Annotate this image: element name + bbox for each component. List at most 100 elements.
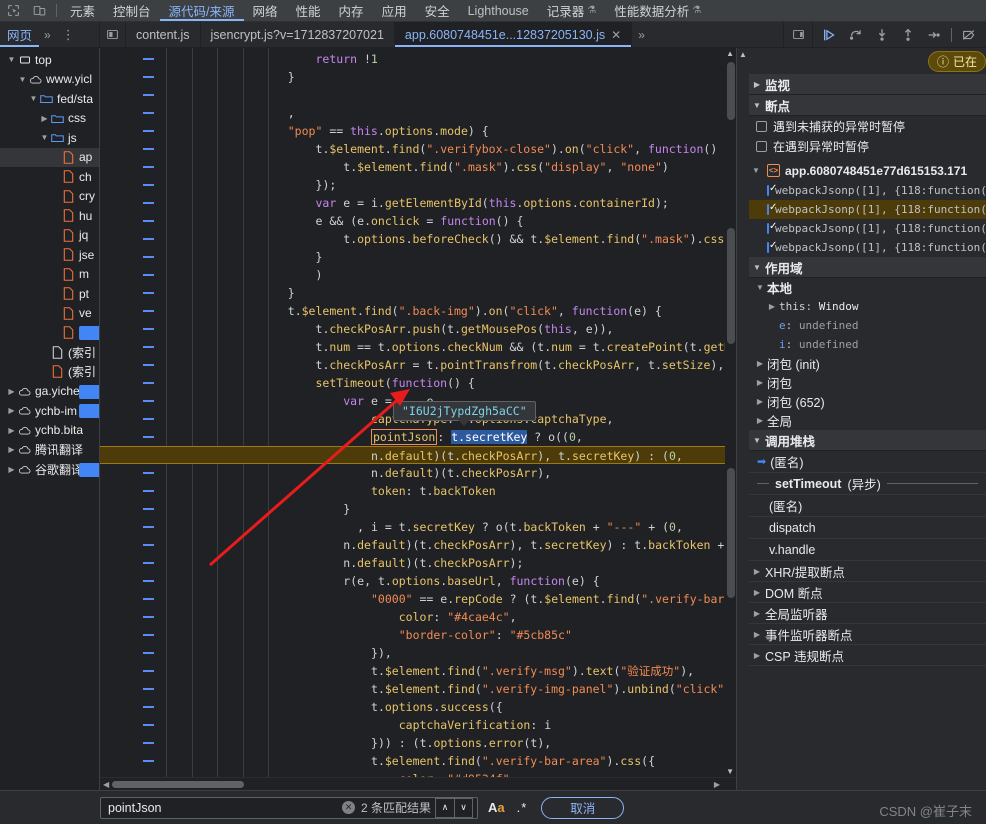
search-prev-button[interactable]: ∧ (435, 797, 454, 818)
tab-elements[interactable]: 元素 (61, 0, 104, 21)
sidebar-scrollbar[interactable]: ▲ (737, 48, 749, 790)
code-line[interactable]: r(e, t.options.baseUrl, function(e) { (100, 572, 736, 590)
checkbox[interactable] (767, 240, 777, 253)
cancel-button[interactable]: 取消 (541, 796, 625, 819)
code-line[interactable]: }), (100, 644, 736, 662)
navigator-overflow-icon[interactable]: » (39, 22, 56, 47)
code-line[interactable]: , (100, 104, 736, 122)
tab-lighthouse[interactable]: Lighthouse (459, 0, 538, 21)
tab-security[interactable]: 安全 (416, 0, 459, 21)
stack-frame-dispatch[interactable]: dispatch (749, 517, 986, 539)
editor-tab-content-js[interactable]: content.js (126, 22, 201, 47)
section-csp-violation-breakpoints[interactable]: ▶ CSP 违规断点 (749, 645, 986, 666)
tab-recorder[interactable]: 记录器 ⚗ (538, 0, 605, 21)
tree-item-js[interactable]: ▼ js (0, 128, 99, 148)
chevron-down-icon[interactable]: ▼ (39, 133, 50, 142)
chevron-right-icon[interactable]: ▶ (6, 387, 17, 396)
tree-item-ve[interactable]: ve (0, 304, 99, 324)
code-line[interactable]: t.checkPosArr.push(t.getMousePos(this, e… (100, 320, 736, 338)
tab-memory[interactable]: 内存 (330, 0, 373, 21)
code-line[interactable]: color: "#4cae4c", (100, 608, 736, 626)
editor-tab-jsencrypt-js[interactable]: jsencrypt.js?v=1712837207021 (201, 22, 395, 47)
code-line[interactable]: token: t.backToken (100, 482, 736, 500)
editor-horizontal-scrollbar[interactable]: ◀ ▶ (100, 777, 736, 790)
tree-item-pt[interactable]: pt (0, 284, 99, 304)
debugger-sidebar[interactable]: ▲ ▶ 监视 ▼ 断点 遇到未捕获的异常时暂停 在遇到异常时暂停 ▼ <> ap… (736, 48, 986, 790)
chevron-down-icon[interactable]: ▼ (749, 263, 765, 272)
section-xhr-breakpoints[interactable]: ▶ XHR/提取断点 (749, 561, 986, 582)
chevron-down-icon[interactable]: ▼ (17, 75, 28, 84)
scope-variable-e[interactable]: e : undefined (749, 316, 986, 335)
editor-vertical-scrollbar[interactable]: ▲ ▼ (725, 48, 736, 777)
code-line[interactable]: } (100, 500, 736, 518)
scope-group-closure-init[interactable]: ▶ 闭包 (init) (749, 354, 986, 373)
code-line[interactable]: return !1 (100, 50, 736, 68)
navigator-more-options-icon[interactable]: ⋮ (56, 22, 81, 47)
code-line[interactable]: captchaVerification: i (100, 716, 736, 734)
code-line[interactable]: n.default)(t.checkPosArr), (100, 464, 736, 482)
chevron-right-icon[interactable]: ▶ (39, 114, 50, 123)
scrollbar-thumb-mid[interactable] (727, 228, 735, 344)
chevron-right-icon[interactable]: ▶ (6, 406, 17, 415)
toggle-debugger-sidebar-icon[interactable] (783, 22, 813, 47)
resume-script-execution-icon[interactable] (817, 22, 843, 48)
tree-item-gayiche[interactable]: ▶ ga.yiche. (0, 382, 99, 402)
tree-item-[interactable]: ▶ 谷歌翻译 (0, 460, 99, 480)
code-line[interactable]: } (100, 284, 736, 302)
editor-tab-app-js[interactable]: app.6080748451e...12837205130.js ✕ (394, 22, 633, 47)
tree-item-jq[interactable]: jq (0, 226, 99, 246)
chevron-right-icon[interactable]: ▶ (749, 630, 765, 639)
tree-item-fedsta[interactable]: ▼ fed/sta (0, 89, 99, 109)
code-line[interactable]: e && (e.onclick = function() { (100, 212, 736, 230)
inspect-element-icon[interactable] (0, 0, 26, 21)
scrollbar-thumb-top[interactable] (727, 62, 735, 120)
chevron-right-icon[interactable]: ▶ (753, 416, 767, 425)
step-into-next-function-call-icon[interactable] (869, 22, 895, 48)
clear-icon[interactable]: ✕ (341, 801, 355, 814)
scope-variable-i[interactable]: i : undefined (749, 335, 986, 354)
code-viewport[interactable]: return !1 } , "pop" == this.options.mode… (100, 48, 736, 777)
code-line[interactable]: t.options.beforeCheck() && t.$element.fi… (100, 230, 736, 248)
tab-console[interactable]: 控制台 (104, 0, 160, 21)
scroll-left-icon[interactable]: ◀ (103, 780, 109, 789)
breakpoint-item[interactable]: webpackJsonp([1], {118:function( (749, 181, 986, 200)
chevron-down-icon[interactable]: ▼ (28, 94, 39, 103)
scroll-right-icon[interactable]: ▶ (714, 780, 720, 789)
chevron-right-icon[interactable]: ▶ (749, 609, 765, 618)
toggle-navigator-icon[interactable] (100, 22, 126, 47)
code-line[interactable]: , i = t.secretKey ? o(t.backToken + "---… (100, 518, 736, 536)
scope-group-local[interactable]: ▼ 本地 (749, 278, 986, 297)
search-next-button[interactable]: ∨ (454, 797, 473, 818)
code-line[interactable]: "pop" == this.options.mode) { (100, 122, 736, 140)
stack-frame-anonymous-current[interactable]: ➡ (匿名) (749, 451, 986, 473)
tree-item-ychbbita[interactable]: ▶ ychb.bita (0, 421, 99, 441)
scroll-up-icon[interactable]: ▲ (726, 49, 734, 58)
step-icon[interactable] (921, 22, 947, 48)
tree-item-jse[interactable]: jse (0, 245, 99, 265)
section-watch[interactable]: ▶ 监视 (749, 74, 986, 95)
code-line[interactable]: color: "#d9534f", (100, 770, 736, 777)
editor-tabs-overflow-icon[interactable]: » (632, 22, 651, 47)
chevron-right-icon[interactable]: ▶ (6, 465, 17, 474)
section-dom-breakpoints[interactable]: ▶ DOM 断点 (749, 582, 986, 603)
checkbox[interactable] (767, 202, 777, 215)
pause-on-exceptions-row[interactable]: 在遇到异常时暂停 (749, 136, 986, 156)
chevron-right-icon[interactable]: ▶ (753, 378, 767, 387)
search-input[interactable]: pointJson ✕ 2 条匹配结果 ∧ ∨ (100, 796, 478, 819)
device-toolbar-icon[interactable] (26, 0, 52, 21)
tree-item-[interactable]: (索引 (0, 343, 99, 363)
tree-item-[interactable]: ▶ 腾讯翻译 (0, 440, 99, 460)
search-input-value[interactable]: pointJson (108, 801, 342, 815)
code-line[interactable]: } (100, 68, 736, 86)
scroll-down-icon[interactable]: ▼ (726, 767, 734, 776)
code-line[interactable]: "0000" == e.repCode ? (t.$element.find("… (100, 590, 736, 608)
tree-item-ychbim[interactable]: ▶ ychb-im (0, 401, 99, 421)
chevron-right-icon[interactable]: ▶ (749, 588, 765, 597)
tree-item-[interactable]: (索引 (0, 362, 99, 382)
chevron-right-icon[interactable]: ▶ (749, 651, 765, 660)
regex-toggle[interactable]: .* (517, 800, 528, 815)
chevron-right-icon[interactable]: ▶ (6, 445, 17, 454)
code-line[interactable]: t.$element.find(".verify-bar-area").css(… (100, 752, 736, 770)
chevron-right-icon[interactable]: ▶ (753, 397, 767, 406)
code-line[interactable]: n.default)(t.checkPosArr), t.secretKey) … (100, 536, 736, 554)
